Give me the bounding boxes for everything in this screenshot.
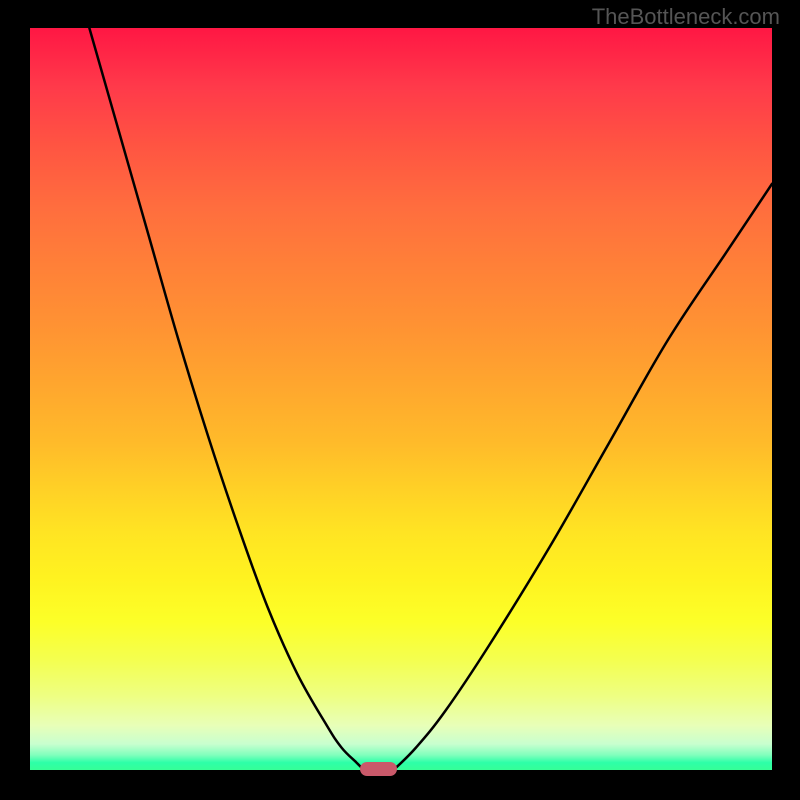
right-curve-path xyxy=(394,184,772,770)
chart-curves-svg xyxy=(30,28,772,770)
bottleneck-marker xyxy=(360,762,397,776)
left-curve-path xyxy=(89,28,364,770)
chart-plot-area xyxy=(30,28,772,770)
watermark-text: TheBottleneck.com xyxy=(592,4,780,30)
